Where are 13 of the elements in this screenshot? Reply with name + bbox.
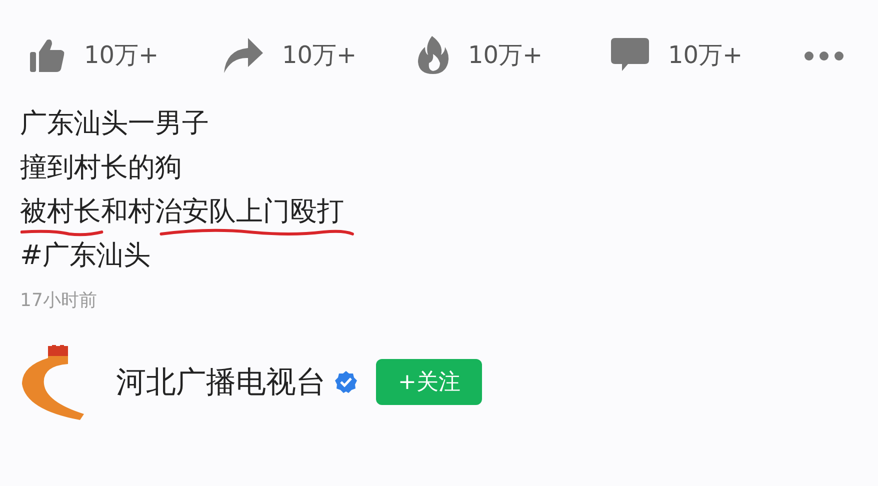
count-label: 10万+	[468, 40, 543, 71]
count-label: 10万+	[84, 40, 159, 71]
count-label: 10万+	[668, 40, 743, 71]
share-arrow-icon[interactable]	[222, 36, 264, 74]
post-text-line: 被村长和村治安队上门殴打	[20, 195, 345, 229]
post-time: 17小时前	[20, 289, 98, 312]
author-name[interactable]: 河北广播电视台	[116, 362, 326, 402]
post-text-line: 广东汕头一男子	[20, 108, 209, 139]
count-label: 10万+	[282, 40, 357, 71]
post-text-line: #广东汕头	[20, 240, 151, 271]
flame-icon[interactable]	[416, 35, 450, 75]
more-icon[interactable]	[804, 50, 844, 60]
post-text-line: 撞到村长的狗	[20, 152, 182, 183]
